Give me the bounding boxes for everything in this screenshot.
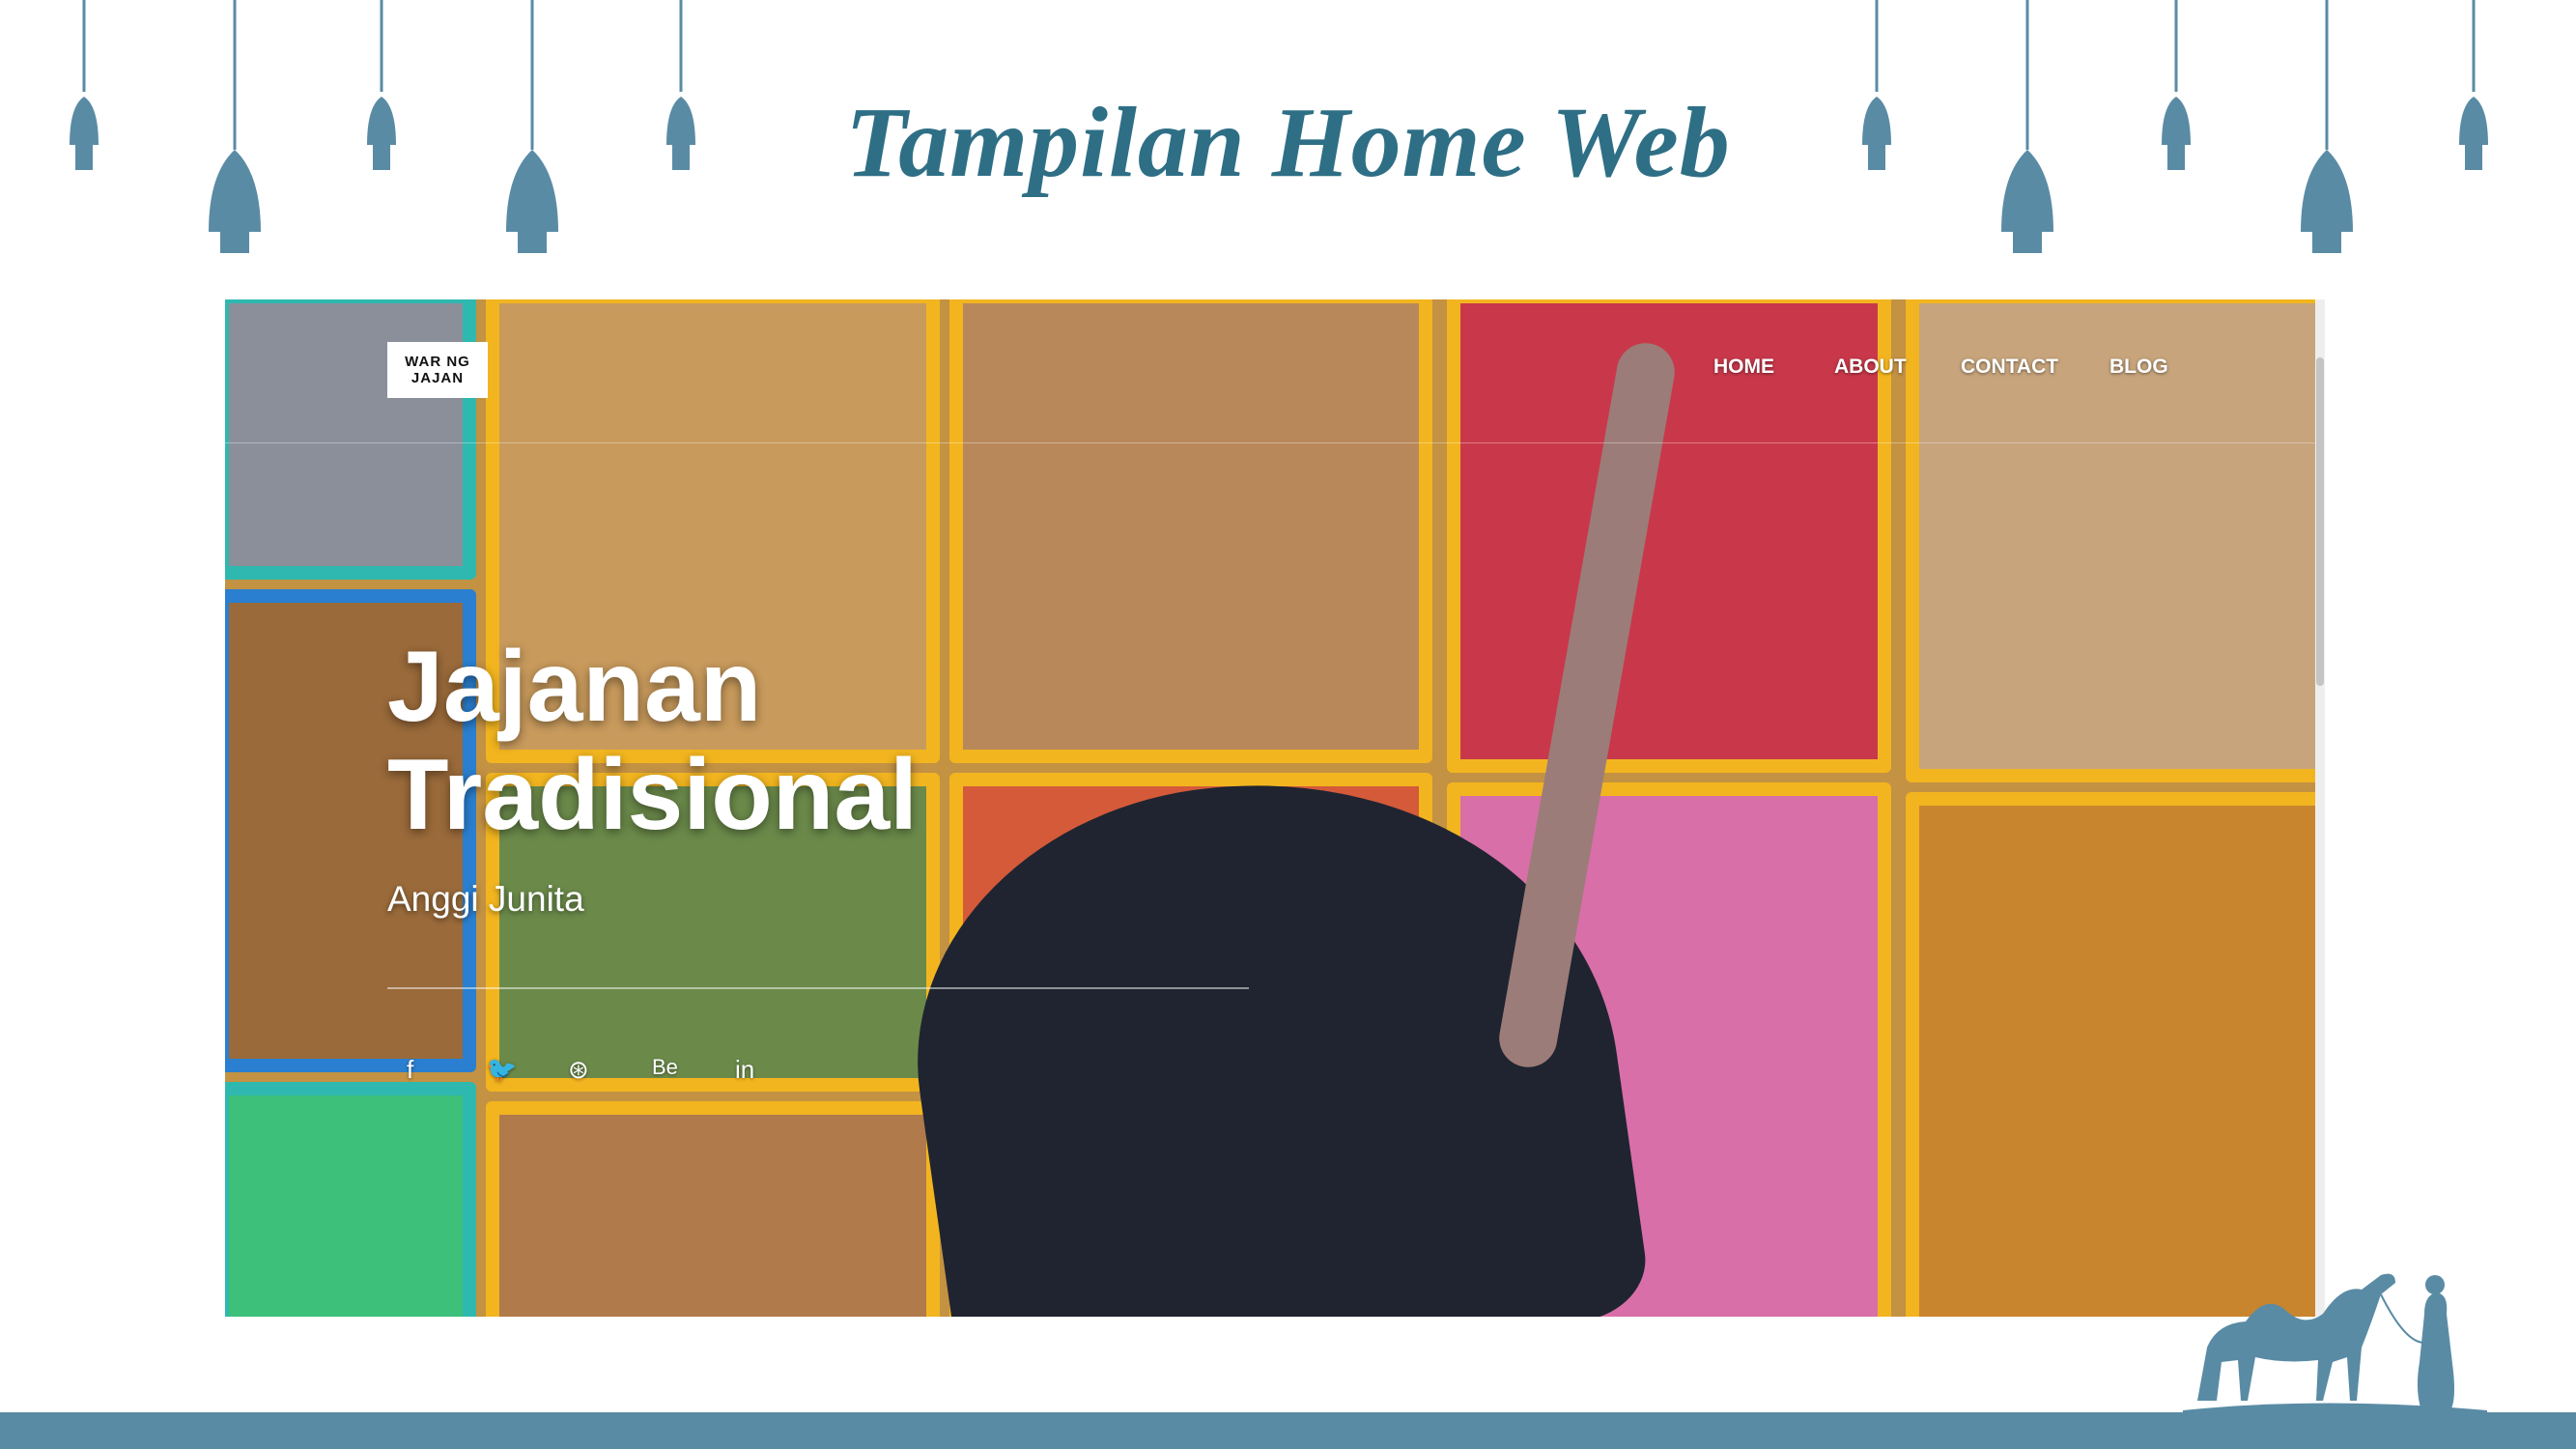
website-screenshot: WAR NG JAJAN HOME ABOUT CONTACT BLOG Jaj… (225, 299, 2325, 1317)
page-scrollbar[interactable] (2315, 299, 2325, 1317)
footer-band (0, 1412, 2576, 1449)
twitter-icon[interactable]: 🐦 (486, 1055, 517, 1085)
nav-about[interactable]: ABOUT (1834, 355, 1907, 379)
hero-title-line1: Jajanan (387, 631, 762, 743)
linkedin-icon[interactable]: in (735, 1055, 754, 1085)
facebook-icon[interactable]: f (407, 1055, 413, 1085)
dribbble-icon[interactable]: ⊛ (568, 1055, 589, 1085)
scrollbar-thumb[interactable] (2316, 357, 2324, 686)
nav-home[interactable]: HOME (1713, 355, 1774, 379)
hero-divider (387, 987, 1249, 989)
nav-contact[interactable]: CONTACT (1961, 355, 2058, 379)
logo-text-line2: JAJAN (410, 370, 465, 386)
site-logo[interactable]: WAR NG JAJAN (387, 342, 488, 398)
logo-text-line1: WAR NG (405, 354, 470, 370)
hero-title-line2: Tradisional (387, 739, 919, 851)
hero-subtitle: Anggi Junita (387, 879, 584, 919)
nav-blog[interactable]: BLOG (2109, 355, 2168, 379)
camel-caravan-icon (2178, 1256, 2497, 1425)
hero-title: Jajanan Tradisional (387, 633, 918, 849)
nav-divider (225, 442, 2315, 443)
behance-icon[interactable]: Be (652, 1055, 678, 1080)
slide-title: Tampilan Home Web (845, 87, 1731, 198)
